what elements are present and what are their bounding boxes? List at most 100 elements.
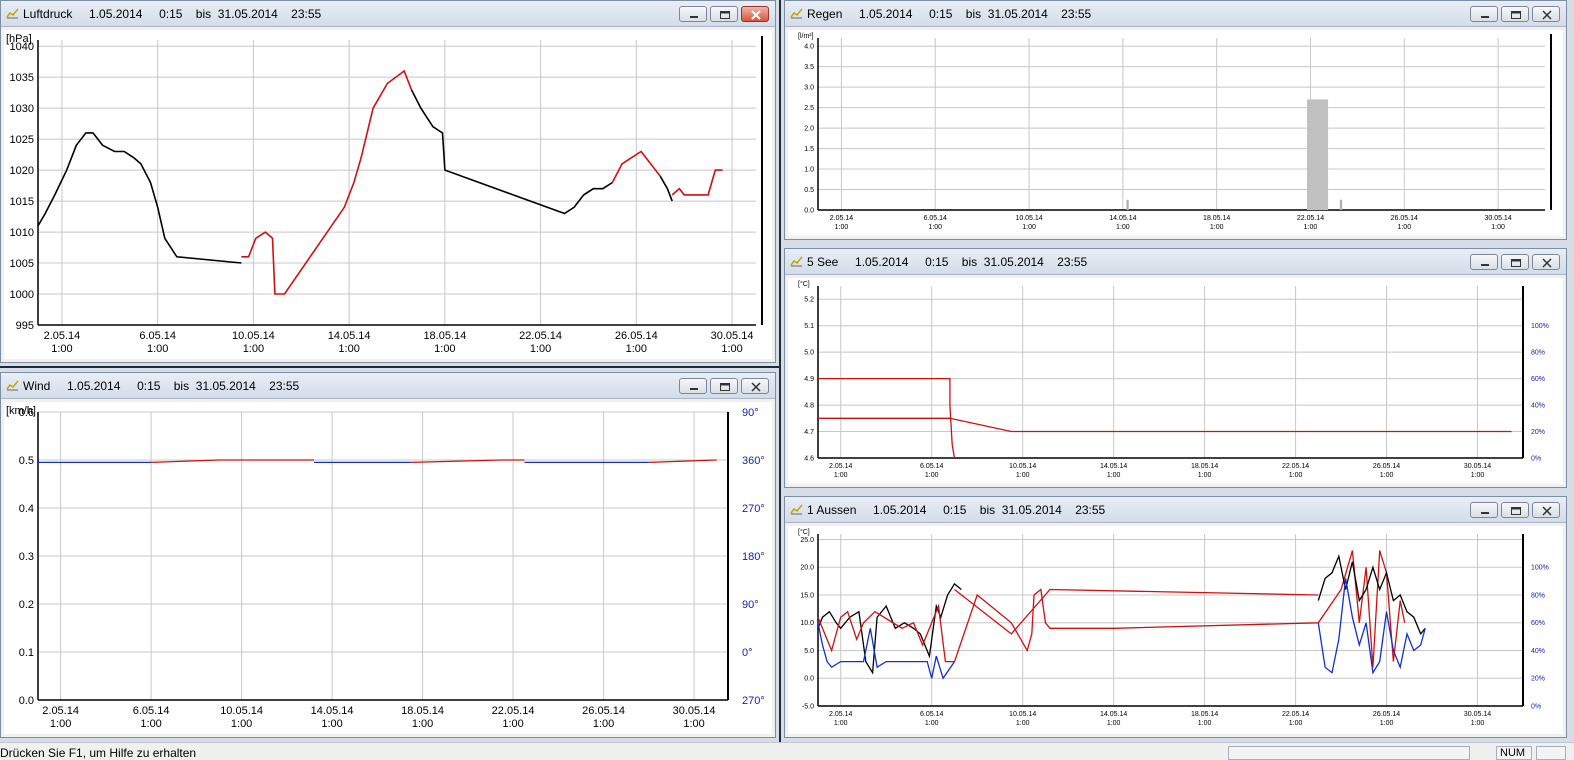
- close-button[interactable]: [1532, 6, 1560, 22]
- x-tick-time-label: 1:00: [1397, 224, 1411, 231]
- series-line: [241, 69, 413, 295]
- window-title: 1 Aussen 1.05.2014 0:15 bis 31.05.2014 2…: [807, 503, 1106, 517]
- right-tick-label: 40%: [1531, 403, 1545, 410]
- y-tick-label: 15.0: [800, 592, 814, 599]
- rain-bar: [1306, 99, 1329, 210]
- x-tick-label: 22.05.14: [1282, 711, 1309, 718]
- right-tick-label: 0%: [1531, 703, 1541, 710]
- chart-panel: [hPa] 995 1000 1005 1010 1015 1020 1025 1030 1035…: [4, 30, 772, 359]
- right-tick-label: 90°: [742, 599, 759, 611]
- x-tick-time-label: 1:00: [1016, 720, 1030, 727]
- x-tick-label: 2.05.14: [830, 215, 853, 222]
- y-tick-label: 995: [16, 320, 34, 332]
- y-tick-label: 4.6: [804, 455, 814, 462]
- right-tick-label: 60%: [1531, 376, 1545, 383]
- titlebar[interactable]: Luftdruck 1.05.2014 0:15 bis 31.05.2014 …: [1, 1, 775, 27]
- minimize-button[interactable]: [1470, 502, 1498, 518]
- x-tick-time-label: 1:00: [502, 718, 523, 730]
- y-tick-label: 3.5: [804, 64, 814, 71]
- x-tick-label: 30.05.14: [1464, 463, 1491, 470]
- titlebar[interactable]: 1 Aussen 1.05.2014 0:15 bis 31.05.2014 2…: [785, 497, 1566, 523]
- y-tick-label: 5.2: [804, 297, 814, 304]
- y-unit-label: [l/m²]: [798, 33, 814, 40]
- window-aussen[interactable]: 1 Aussen 1.05.2014 0:15 bis 31.05.2014 2…: [784, 496, 1567, 738]
- window-title: 5 See 1.05.2014 0:15 bis 31.05.2014 23:5…: [807, 255, 1088, 269]
- x-tick-label: 26.05.14: [1373, 711, 1400, 718]
- minimize-button[interactable]: [679, 6, 707, 22]
- x-tick-label: 22.05.14: [519, 330, 562, 342]
- minimize-icon: [690, 16, 698, 18]
- series-line: [817, 582, 962, 675]
- right-tick-label: 0°: [742, 647, 753, 659]
- y-tick-label: 1005: [10, 258, 34, 270]
- wind-chart: [km/h]0.00.10.20.30.40.50.62.05.141:006.…: [6, 405, 765, 730]
- window-wind[interactable]: Wind 1.05.2014 0:15 bis 31.05.2014 23:55…: [0, 372, 776, 738]
- x-tick-label: 26.05.14: [615, 330, 658, 342]
- window-regen[interactable]: Regen 1.05.2014 0:15 bis 31.05.2014 23:5…: [784, 0, 1567, 240]
- x-tick-time-label: 1:00: [1289, 720, 1303, 727]
- x-tick-time-label: 1:00: [1304, 224, 1318, 231]
- y-tick-label: 2.0: [804, 126, 814, 133]
- x-tick-label: 14.05.14: [328, 330, 371, 342]
- y-tick-label: 1040: [10, 41, 34, 53]
- y-tick-label: 5.0: [804, 350, 814, 357]
- minimize-button[interactable]: [1470, 254, 1498, 270]
- x-tick-time-label: 1:00: [1107, 720, 1121, 727]
- x-tick-time-label: 1:00: [1471, 720, 1485, 727]
- x-tick-label: 14.05.14: [311, 705, 354, 717]
- titlebar[interactable]: Regen 1.05.2014 0:15 bis 31.05.2014 23:5…: [785, 1, 1566, 27]
- minimize-button[interactable]: [1470, 6, 1498, 22]
- x-tick-time-label: 1:00: [50, 718, 71, 730]
- x-tick-label: 30.05.14: [711, 330, 754, 342]
- x-tick-label: 10.05.14: [1009, 463, 1036, 470]
- x-tick-label: 22.05.14: [492, 705, 535, 717]
- x-tick-label: 26.05.14: [1373, 463, 1400, 470]
- y-tick-label: -5.0: [802, 703, 814, 710]
- x-tick-time-label: 1:00: [530, 343, 551, 355]
- mdi-divider: [779, 0, 781, 742]
- maximize-button[interactable]: [1501, 6, 1529, 22]
- maximize-button[interactable]: [710, 378, 738, 394]
- y-tick-label: 10.0: [800, 620, 814, 627]
- x-tick-time-label: 1:00: [243, 343, 264, 355]
- chart-window-icon: [790, 504, 803, 515]
- window-title: Wind 1.05.2014 0:15 bis 31.05.2014 23:55: [23, 379, 300, 393]
- close-button[interactable]: [741, 378, 769, 394]
- restore-icon: [1511, 11, 1521, 19]
- x-tick-time-label: 1:00: [1016, 472, 1030, 479]
- x-tick-label: 14.05.14: [1100, 711, 1127, 718]
- titlebar[interactable]: Wind 1.05.2014 0:15 bis 31.05.2014 23:55: [1, 373, 775, 399]
- x-tick-time-label: 1:00: [1210, 224, 1224, 231]
- y-tick-label: 1030: [10, 103, 34, 115]
- y-tick-label: 1.5: [804, 146, 814, 153]
- maximize-button[interactable]: [1501, 502, 1529, 518]
- series-line: [818, 417, 1512, 433]
- minimize-icon: [690, 388, 698, 390]
- x-tick-time-label: 1:00: [834, 720, 848, 727]
- x-tick-label: 18.05.14: [423, 330, 466, 342]
- right-tick-label: 40%: [1531, 648, 1545, 655]
- y-tick-label: 1025: [10, 134, 34, 146]
- maximize-button[interactable]: [1501, 254, 1529, 270]
- close-button[interactable]: [1532, 254, 1560, 270]
- restore-icon: [720, 383, 730, 391]
- y-tick-label: 4.7: [804, 429, 814, 436]
- x-tick-label: 30.05.14: [673, 705, 716, 717]
- x-tick-time-label: 1:00: [1380, 472, 1394, 479]
- x-tick-label: 6.05.14: [133, 705, 170, 717]
- x-tick-time-label: 1:00: [1116, 224, 1130, 231]
- x-tick-time-label: 1:00: [434, 343, 455, 355]
- maximize-button[interactable]: [710, 6, 738, 22]
- titlebar[interactable]: 5 See 1.05.2014 0:15 bis 31.05.2014 23:5…: [785, 249, 1566, 275]
- window-see[interactable]: 5 See 1.05.2014 0:15 bis 31.05.2014 23:5…: [784, 248, 1567, 488]
- close-button[interactable]: [1532, 502, 1560, 518]
- window-luftdruck[interactable]: Luftdruck 1.05.2014 0:15 bis 31.05.2014 …: [0, 0, 776, 363]
- x-tick-time-label: 1:00: [683, 718, 704, 730]
- x-tick-time-label: 1:00: [338, 343, 359, 355]
- y-tick-label: 0.2: [19, 599, 34, 611]
- right-tick-label: 20%: [1531, 676, 1545, 683]
- x-tick-label: 18.05.14: [1191, 463, 1218, 470]
- right-tick-label: 270°: [742, 503, 765, 515]
- close-button[interactable]: [741, 6, 769, 22]
- minimize-button[interactable]: [679, 378, 707, 394]
